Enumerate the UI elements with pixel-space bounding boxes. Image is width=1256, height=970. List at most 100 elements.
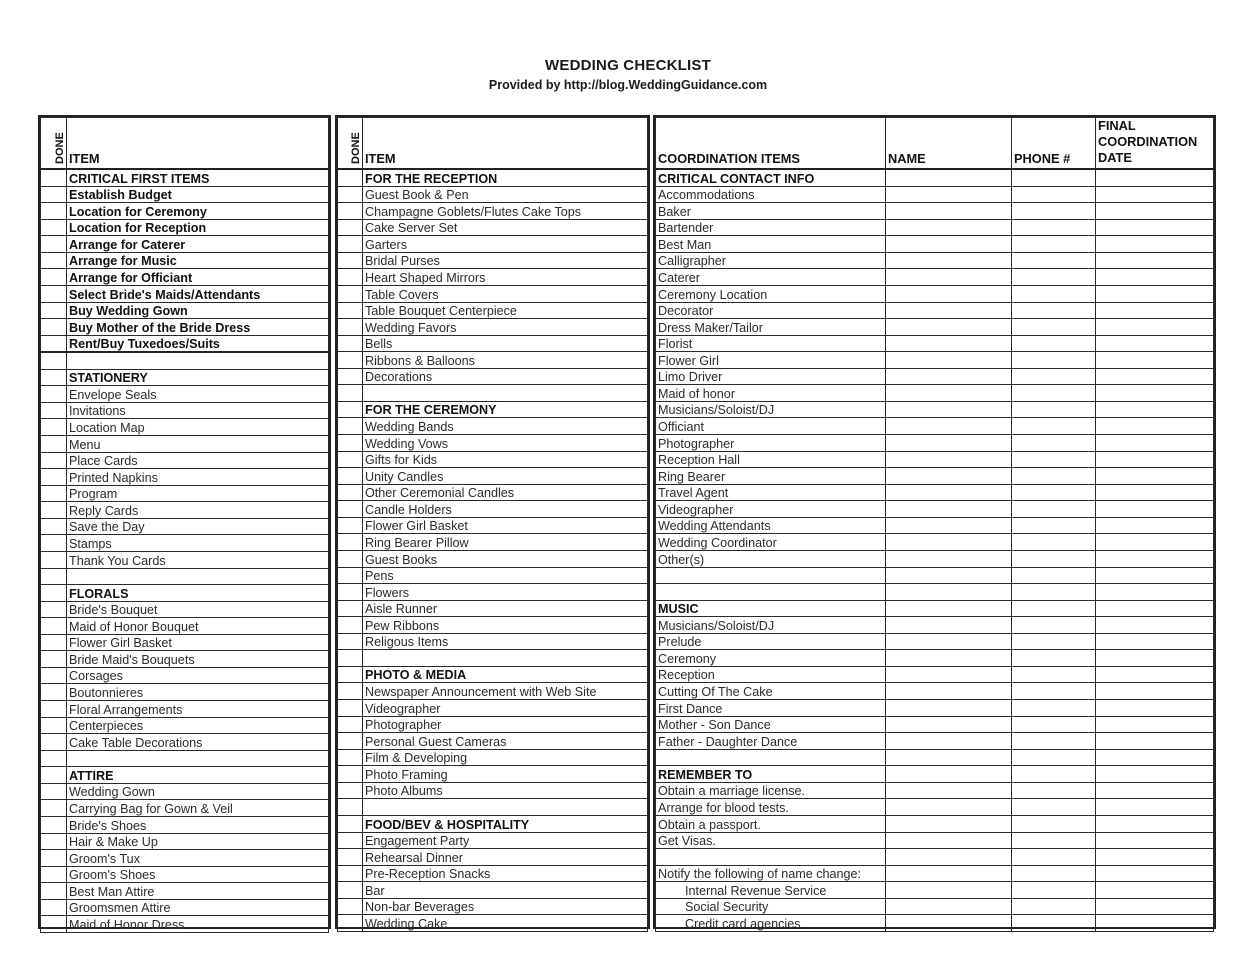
done-checkbox-cell[interactable] xyxy=(40,683,67,701)
date-input-cell[interactable] xyxy=(1095,334,1214,353)
phone-input-cell[interactable] xyxy=(1011,814,1096,833)
date-input-cell[interactable] xyxy=(1095,235,1214,253)
done-checkbox-cell[interactable] xyxy=(40,268,67,286)
name-input-cell[interactable] xyxy=(885,864,1012,883)
phone-input-cell[interactable] xyxy=(1011,318,1096,336)
done-checkbox-cell[interactable] xyxy=(40,235,67,253)
phone-input-cell[interactable] xyxy=(1011,864,1096,883)
done-checkbox-cell[interactable] xyxy=(337,318,363,336)
done-checkbox-cell[interactable] xyxy=(40,799,67,817)
name-input-cell[interactable] xyxy=(885,483,1012,502)
phone-input-cell[interactable] xyxy=(1011,417,1096,435)
done-checkbox-cell[interactable] xyxy=(337,732,363,750)
phone-input-cell[interactable] xyxy=(1011,450,1096,469)
done-checkbox-cell[interactable] xyxy=(40,550,67,569)
done-checkbox-cell[interactable] xyxy=(40,700,67,718)
date-input-cell[interactable] xyxy=(1095,301,1214,320)
done-checkbox-cell[interactable] xyxy=(40,815,67,834)
done-checkbox-cell[interactable] xyxy=(337,301,363,320)
name-input-cell[interactable] xyxy=(885,566,1012,585)
name-input-cell[interactable] xyxy=(885,218,1012,237)
done-checkbox-cell[interactable] xyxy=(337,417,363,435)
done-checkbox-cell[interactable] xyxy=(40,666,67,685)
date-input-cell[interactable] xyxy=(1095,632,1214,651)
name-input-cell[interactable] xyxy=(885,848,1012,866)
name-input-cell[interactable] xyxy=(885,616,1012,634)
done-checkbox-cell[interactable] xyxy=(337,848,363,866)
date-input-cell[interactable] xyxy=(1095,616,1214,634)
phone-input-cell[interactable] xyxy=(1011,649,1096,667)
done-checkbox-cell[interactable] xyxy=(337,235,363,253)
done-checkbox-cell[interactable] xyxy=(337,881,363,899)
done-checkbox-cell[interactable] xyxy=(40,749,67,768)
phone-input-cell[interactable] xyxy=(1011,732,1096,750)
done-checkbox-cell[interactable] xyxy=(337,715,363,734)
done-checkbox-cell[interactable] xyxy=(337,798,363,816)
phone-input-cell[interactable] xyxy=(1011,351,1096,369)
date-input-cell[interactable] xyxy=(1095,218,1214,237)
name-input-cell[interactable] xyxy=(885,168,1012,187)
name-input-cell[interactable] xyxy=(885,384,1012,402)
done-checkbox-cell[interactable] xyxy=(40,716,67,735)
done-checkbox-cell[interactable] xyxy=(337,699,363,717)
done-checkbox-cell[interactable] xyxy=(337,682,363,700)
done-checkbox-cell[interactable] xyxy=(337,649,363,667)
done-checkbox-cell[interactable] xyxy=(337,268,363,286)
done-checkbox-cell[interactable] xyxy=(337,549,363,568)
done-checkbox-cell[interactable] xyxy=(40,218,67,237)
done-checkbox-cell[interactable] xyxy=(40,301,67,320)
name-input-cell[interactable] xyxy=(885,450,1012,469)
name-input-cell[interactable] xyxy=(885,235,1012,253)
date-input-cell[interactable] xyxy=(1095,417,1214,435)
done-checkbox-cell[interactable] xyxy=(40,782,67,801)
done-checkbox-cell[interactable] xyxy=(337,334,363,353)
date-input-cell[interactable] xyxy=(1095,450,1214,469)
name-input-cell[interactable] xyxy=(885,814,1012,833)
done-checkbox-cell[interactable] xyxy=(40,567,67,586)
done-checkbox-cell[interactable] xyxy=(337,400,363,419)
name-input-cell[interactable] xyxy=(885,583,1012,601)
done-checkbox-cell[interactable] xyxy=(40,318,67,336)
date-input-cell[interactable] xyxy=(1095,185,1214,204)
name-input-cell[interactable] xyxy=(885,185,1012,204)
phone-input-cell[interactable] xyxy=(1011,218,1096,237)
name-input-cell[interactable] xyxy=(885,400,1012,419)
date-input-cell[interactable] xyxy=(1095,682,1214,700)
done-checkbox-cell[interactable] xyxy=(40,385,67,403)
date-input-cell[interactable] xyxy=(1095,168,1214,187)
phone-input-cell[interactable] xyxy=(1011,467,1096,485)
date-input-cell[interactable] xyxy=(1095,715,1214,734)
date-input-cell[interactable] xyxy=(1095,251,1214,270)
phone-input-cell[interactable] xyxy=(1011,549,1096,568)
name-input-cell[interactable] xyxy=(885,781,1012,800)
done-checkbox-cell[interactable] xyxy=(40,418,67,436)
done-checkbox-cell[interactable] xyxy=(40,202,67,220)
date-input-cell[interactable] xyxy=(1095,798,1214,816)
done-checkbox-cell[interactable] xyxy=(40,600,67,619)
name-input-cell[interactable] xyxy=(885,500,1012,518)
phone-input-cell[interactable] xyxy=(1011,848,1096,866)
done-checkbox-cell[interactable] xyxy=(337,814,363,833)
done-checkbox-cell[interactable] xyxy=(40,633,67,652)
phone-input-cell[interactable] xyxy=(1011,632,1096,651)
name-input-cell[interactable] xyxy=(885,765,1012,783)
name-input-cell[interactable] xyxy=(885,284,1012,303)
done-checkbox-cell[interactable] xyxy=(337,781,363,800)
date-input-cell[interactable] xyxy=(1095,699,1214,717)
name-input-cell[interactable] xyxy=(885,881,1012,899)
done-checkbox-cell[interactable] xyxy=(337,616,363,634)
name-input-cell[interactable] xyxy=(885,914,1012,932)
done-checkbox-cell[interactable] xyxy=(40,650,67,668)
name-input-cell[interactable] xyxy=(885,798,1012,816)
date-input-cell[interactable] xyxy=(1095,467,1214,485)
done-checkbox-cell[interactable] xyxy=(40,351,67,370)
done-checkbox-cell[interactable] xyxy=(337,533,363,551)
date-input-cell[interactable] xyxy=(1095,814,1214,833)
name-input-cell[interactable] xyxy=(885,599,1012,618)
phone-input-cell[interactable] xyxy=(1011,235,1096,253)
date-input-cell[interactable] xyxy=(1095,881,1214,899)
name-input-cell[interactable] xyxy=(885,533,1012,551)
date-input-cell[interactable] xyxy=(1095,318,1214,336)
done-checkbox-cell[interactable] xyxy=(40,484,67,503)
done-checkbox-cell[interactable] xyxy=(40,617,67,635)
